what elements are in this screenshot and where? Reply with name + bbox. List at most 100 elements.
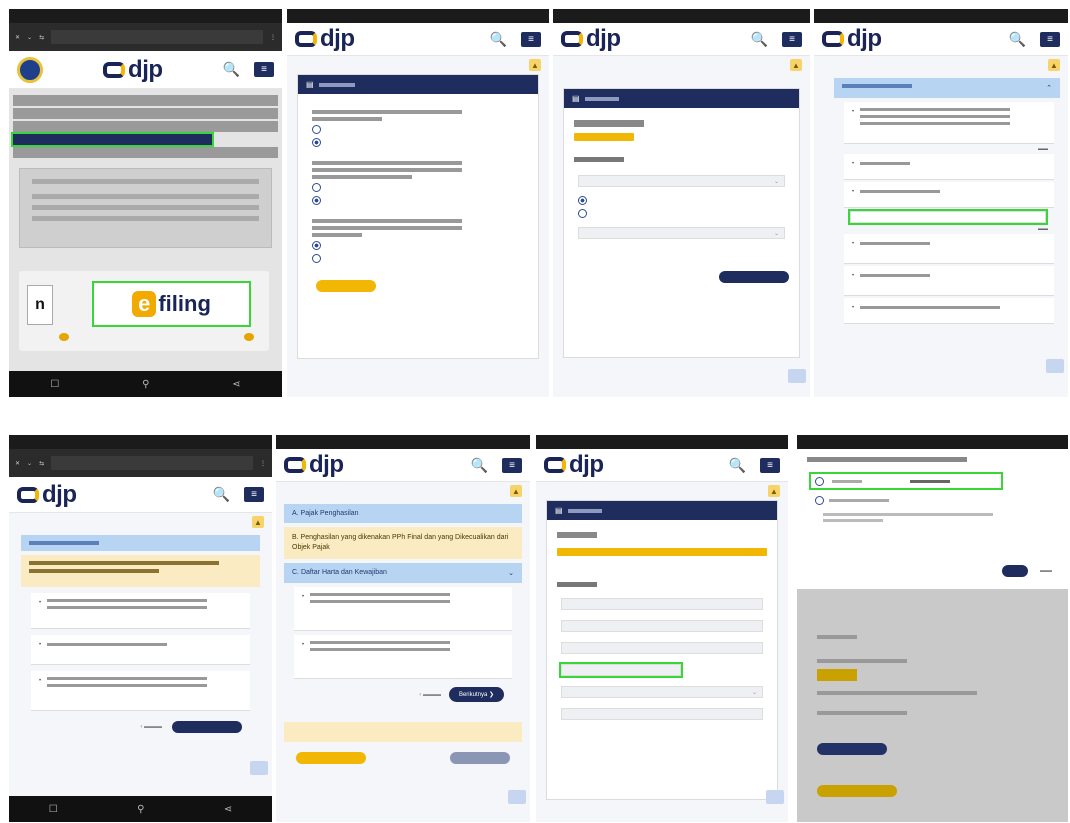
scroll-top-button[interactable] <box>788 369 806 383</box>
menu-icon[interactable]: ≡ <box>1040 31 1060 47</box>
notification-icon[interactable]: ▲ <box>252 516 264 528</box>
share-icon[interactable]: ⋖ <box>224 804 232 815</box>
scroll-top-button[interactable] <box>1046 359 1064 373</box>
menu-item[interactable] <box>13 108 278 119</box>
screen-daftar-harta: djp 🔍 ≡ ▲ A. Pajak Penghasilan B. Penghas… <box>276 435 530 822</box>
search-icon[interactable]: ⚲ <box>142 379 149 390</box>
djp-logo[interactable]: djp <box>17 481 77 509</box>
scroll-top-button[interactable] <box>766 790 784 804</box>
search-icon[interactable]: 🔍 <box>223 61 240 78</box>
menu-item[interactable] <box>13 147 278 158</box>
list-item: • <box>31 635 250 665</box>
tune-icon[interactable]: ⇆ <box>39 460 44 467</box>
header-bar: djp 🔍 ≡ <box>9 477 272 513</box>
chevron-down-icon[interactable]: ⌄ <box>27 34 32 41</box>
menu-icon[interactable]: ≡ <box>760 457 780 473</box>
menu-icon[interactable]: ≡ <box>521 31 541 47</box>
ok-button[interactable] <box>1002 565 1028 577</box>
more-icon[interactable]: ⋮ <box>260 460 266 467</box>
list-item: • <box>844 182 1054 208</box>
djp-logo[interactable]: djp <box>284 451 344 479</box>
url-bar <box>51 30 263 44</box>
accordion-daftar-harta[interactable]: C. Daftar Harta dan Kewajiban ⌄ <box>284 563 522 583</box>
djp-logo-icon <box>561 31 583 47</box>
accordion-pph-final[interactable] <box>21 555 260 587</box>
notification-icon[interactable]: ▲ <box>529 59 541 71</box>
prev-link[interactable]: ‹ ▬▬▬ <box>140 724 162 730</box>
radio-option[interactable] <box>298 194 538 207</box>
accordion-pajak-penghasilan[interactable]: A. Pajak Penghasilan <box>284 504 522 523</box>
efiling-button[interactable]: e filing <box>92 281 251 327</box>
jumlah-field[interactable]: ⌄ <box>561 686 763 698</box>
notification-icon[interactable]: ▲ <box>768 485 780 497</box>
efiling-logo-letter: e <box>132 291 157 317</box>
djp-logo[interactable]: djp <box>561 25 621 53</box>
notification-icon[interactable]: ▲ <box>510 485 522 497</box>
prev-link[interactable]: ‹ ▬▬▬ <box>419 692 441 698</box>
accordion-section-d[interactable] <box>284 722 522 742</box>
menu-item[interactable] <box>13 121 278 132</box>
radio-option[interactable] <box>298 123 538 136</box>
radio-option[interactable] <box>298 239 538 252</box>
notification-icon[interactable]: ▲ <box>1048 59 1060 71</box>
search-icon[interactable]: ⚲ <box>137 804 144 815</box>
recents-icon[interactable]: ☐ <box>50 379 59 390</box>
next-button[interactable]: Berikutnya ❯ <box>448 687 504 702</box>
radio-option[interactable] <box>564 194 799 207</box>
sumber-field[interactable] <box>561 708 763 720</box>
chevron-down-icon[interactable]: ⌄ <box>27 460 32 467</box>
menu-icon[interactable]: ≡ <box>244 487 264 502</box>
search-icon[interactable]: 🔍 <box>471 457 488 474</box>
recents-icon[interactable]: ☐ <box>49 804 58 815</box>
screen-pph-final: ✕ ⌄ ⇆ ⋮ djp 🔍 ≡ ▲ • • • ‹ ▬▬▬ ☐ ⚲ ⋖ <box>9 435 272 822</box>
menu-icon[interactable]: ≡ <box>254 62 274 77</box>
search-icon[interactable]: 🔍 <box>213 486 230 503</box>
djp-logo[interactable]: djp <box>103 56 163 84</box>
menu-icon[interactable]: ≡ <box>782 31 802 47</box>
next-button-footer[interactable] <box>450 752 510 764</box>
tune-icon[interactable]: ⇆ <box>39 34 44 41</box>
search-icon[interactable]: 🔍 <box>1009 31 1026 48</box>
header-bar: djp 🔍 ≡ <box>9 51 282 89</box>
pph-input[interactable] <box>848 209 1048 225</box>
status-bar <box>553 9 810 23</box>
next-button[interactable] <box>172 721 242 733</box>
card-header: ▤ <box>564 89 799 108</box>
djp-logo[interactable]: djp <box>544 451 604 479</box>
list-item: • <box>844 234 1054 264</box>
djp-logo-icon <box>544 457 566 473</box>
jenis-formulir-field <box>561 598 763 610</box>
radio-option[interactable] <box>298 181 538 194</box>
more-icon[interactable]: ⋮ <box>270 34 276 41</box>
radio-option[interactable] <box>298 136 538 149</box>
radio-option[interactable] <box>564 207 799 220</box>
back-button[interactable] <box>296 752 366 764</box>
list-item: • <box>844 154 1054 180</box>
menu-item[interactable] <box>13 95 278 106</box>
menu-item-lapor[interactable] <box>11 132 214 147</box>
djp-logo[interactable]: djp <box>822 25 882 53</box>
search-icon[interactable]: 🔍 <box>751 31 768 48</box>
service-card-partial[interactable]: n <box>27 285 53 325</box>
share-icon[interactable]: ⋖ <box>232 379 240 390</box>
scroll-top-button[interactable] <box>250 761 268 775</box>
email-option[interactable] <box>809 472 1003 490</box>
close-icon[interactable]: ✕ <box>15 460 20 467</box>
djp-logo[interactable]: djp <box>295 25 355 53</box>
cancel-button[interactable]: ▬▬ <box>1040 568 1052 574</box>
next-button[interactable] <box>719 271 789 283</box>
tahun-pajak-select[interactable]: ⌄ <box>578 175 785 187</box>
pembetulan-field[interactable]: ⌄ <box>578 227 785 239</box>
accordion-pajak-penghasilan[interactable]: ⌃ <box>834 78 1060 98</box>
close-icon[interactable]: ✕ <box>15 34 20 41</box>
accordion-pph-final[interactable]: B. Penghasilan yang dikenakan PPh Final … <box>284 527 522 559</box>
sms-option[interactable] <box>797 494 1068 507</box>
spt-button[interactable] <box>316 280 376 292</box>
accordion-pajak-penghasilan[interactable] <box>21 535 260 551</box>
menu-icon[interactable]: ≡ <box>502 457 522 473</box>
radio-option[interactable] <box>298 252 538 265</box>
scroll-top-button[interactable] <box>508 790 526 804</box>
search-icon[interactable]: 🔍 <box>729 457 746 474</box>
notification-icon[interactable]: ▲ <box>790 59 802 71</box>
search-icon[interactable]: 🔍 <box>490 31 507 48</box>
